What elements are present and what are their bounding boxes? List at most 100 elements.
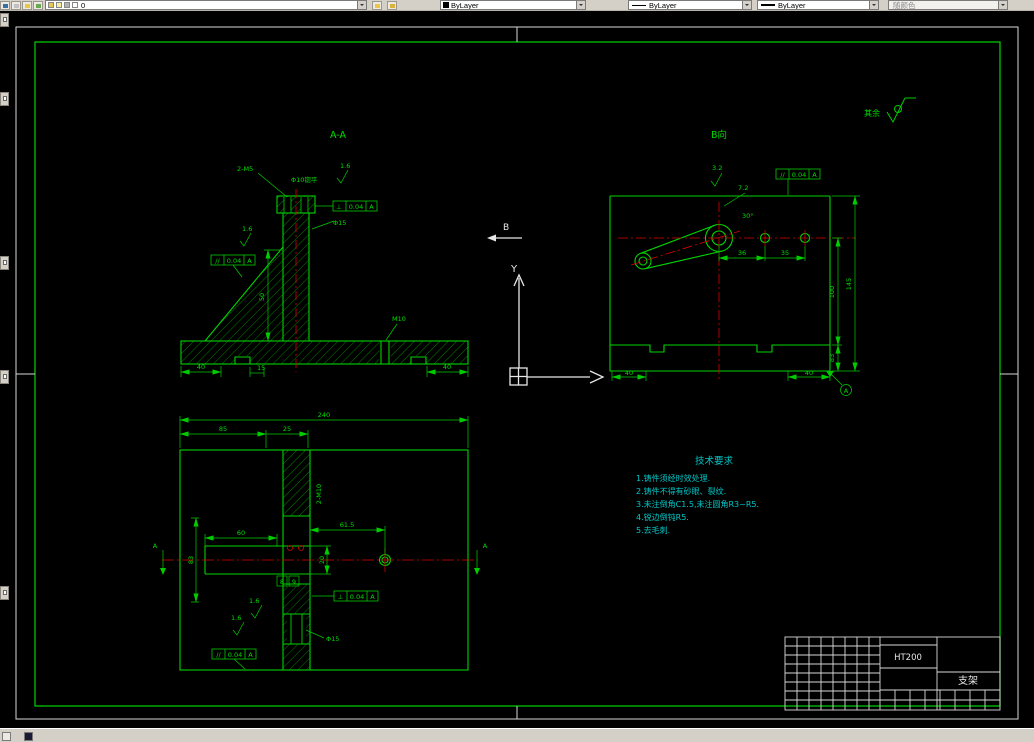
dim-50: 50	[258, 293, 266, 301]
ucs-icon	[509, 273, 605, 386]
view-label-b: B向	[711, 129, 727, 141]
chevron-down-icon[interactable]	[998, 1, 1007, 9]
section-label-aa: A-A	[330, 130, 347, 141]
tolerance-value: 0.04	[228, 651, 242, 659]
dim-40-right: 40	[805, 369, 813, 377]
part-name-label: 支架	[958, 675, 978, 687]
dim-40-left: 40	[625, 369, 633, 377]
color-value: ByLayer	[451, 0, 479, 10]
dim-36: 36	[738, 249, 746, 257]
docked-toolbar-fragment[interactable]	[0, 92, 9, 106]
tolerance-symbol: //	[780, 171, 785, 179]
plan-view: ⊥ 0.04 A // 0.04 A 240 85 25 60 61.5 20 …	[153, 411, 488, 671]
plot-style-dropdown[interactable]: 随颜色	[888, 0, 1008, 10]
section-arrow-label-left: A	[153, 542, 158, 550]
linetype-dropdown[interactable]: ByLayer	[628, 0, 752, 10]
b-dimensions	[611, 172, 860, 396]
chevron-down-icon[interactable]	[357, 1, 366, 9]
color-swatch	[443, 2, 449, 8]
toolbar-icon-layer-properties[interactable]	[11, 1, 21, 10]
layer-dropdown[interactable]: 0	[45, 0, 367, 10]
tech-item-3: 3.未注倒角C1.5,未注圆角R3~R5.	[636, 499, 759, 509]
tolerance-symbol: //	[216, 651, 221, 659]
label-m10: M10	[392, 315, 406, 323]
dim-85: 85	[219, 425, 227, 433]
tech-title: 技术要求	[695, 455, 734, 467]
view-arrow-b-label: B	[503, 223, 509, 233]
tolerance-datum: A	[248, 651, 253, 659]
docked-toolbar-fragment[interactable]	[0, 586, 9, 600]
linetype-sample	[632, 4, 646, 6]
plan-dimensions	[160, 416, 480, 670]
drawing-canvas[interactable]: ⊥ 0.04 A // 0.04 A A-A 40 40 15 50 2-M5 …	[0, 11, 1034, 728]
dim-35: 35	[781, 249, 789, 257]
tech-item-1: 1.铸件须经时效处理.	[636, 473, 710, 483]
surface-finish-note: 其余	[864, 97, 916, 124]
chevron-down-icon[interactable]	[742, 1, 751, 9]
dim-40-right: 40	[443, 363, 451, 371]
tolerance-symbol: //	[215, 257, 220, 265]
tolerance-symbol: ⊥	[338, 593, 344, 601]
dim-83: 83	[828, 354, 836, 362]
top-toolbar: 0 ByLayer ByLayer ByLayer 随颜色	[0, 0, 1034, 11]
layer-on-icon	[48, 2, 54, 8]
toolbar-icon-layers[interactable]	[0, 1, 10, 10]
surface-finish-value: 1.6	[340, 162, 350, 170]
lineweight-dropdown[interactable]: ByLayer	[757, 0, 879, 10]
material-label: HT200	[894, 653, 922, 663]
lineweight-value: ByLayer	[778, 0, 806, 10]
tolerance-datum: A	[369, 203, 374, 211]
toolbar-icon-layer-previous[interactable]	[387, 1, 397, 10]
status-bar	[0, 728, 1034, 742]
layer-color-chip	[72, 2, 78, 8]
section-arrow-label-right: A	[483, 542, 488, 550]
lineweight-sample	[761, 4, 775, 6]
dim-40-left: 40	[197, 363, 205, 371]
surface-finish-value: 1.6	[249, 597, 259, 605]
tolerance-value: 0.04	[227, 257, 241, 265]
dim-15: 15	[257, 364, 265, 372]
tolerance-symbol: ⊥	[336, 203, 342, 211]
layer-value: 0	[81, 0, 86, 10]
linetype-value: ByLayer	[649, 0, 677, 10]
tech-item-5: 5.去毛刺.	[636, 525, 670, 535]
docked-toolbar-fragment[interactable]	[0, 13, 9, 27]
dim-240: 240	[318, 411, 330, 419]
toolbar-icon-make-layer-current[interactable]	[372, 1, 382, 10]
tolerance-value: 0.04	[350, 593, 364, 601]
docked-toolbar-fragment[interactable]	[0, 370, 9, 384]
tolerance-value: 0.04	[349, 203, 363, 211]
dim-61-5: 61.5	[340, 521, 354, 529]
b-geometry	[609, 195, 831, 372]
b-centerlines	[618, 202, 856, 380]
layer-freeze-icon	[56, 2, 62, 8]
tolerance-datum: A	[370, 593, 375, 601]
dim-83: 83	[187, 556, 195, 564]
docked-toolbar-fragment[interactable]	[0, 256, 9, 270]
toolbar-icon-layer-tools[interactable]	[33, 1, 43, 10]
layer-lock-icon	[64, 2, 70, 8]
surface-finish-value: 1.6	[231, 614, 241, 622]
dim-145: 145	[845, 278, 853, 290]
ucs-y-label: Y	[510, 264, 518, 275]
surface-finish-symbol-icon	[886, 97, 916, 124]
chevron-down-icon[interactable]	[576, 1, 585, 9]
boxed-dim-9: 9	[292, 578, 296, 586]
section-view-aa: ⊥ 0.04 A // 0.04 A A-A 40 40 15 50 2-M5 …	[180, 130, 469, 377]
chevron-down-icon[interactable]	[869, 1, 878, 9]
dim-25: 25	[283, 425, 291, 433]
toolbar-icon-layer-states[interactable]	[22, 1, 32, 10]
statusbar-icon-dark[interactable]	[24, 732, 33, 741]
tech-requirements: 技术要求 1.铸件须经时效处理. 2.铸件不得有砂眼、裂纹. 3.未注倒角C1.…	[636, 455, 759, 535]
dim-100: 100	[828, 286, 836, 298]
dim-7-2: 7.2	[738, 184, 748, 192]
title-block	[784, 636, 1001, 711]
color-dropdown[interactable]: ByLayer	[440, 0, 586, 10]
statusbar-icon[interactable]	[2, 732, 11, 741]
tolerance-value: 0.04	[792, 171, 806, 179]
label-phi15: Φ15	[326, 635, 339, 643]
dim-30deg: 30°	[742, 212, 754, 220]
label-2m10: 2-M10	[315, 484, 323, 504]
surface-finish-value: 3.2	[712, 164, 722, 172]
dim-20: 20	[318, 556, 326, 564]
